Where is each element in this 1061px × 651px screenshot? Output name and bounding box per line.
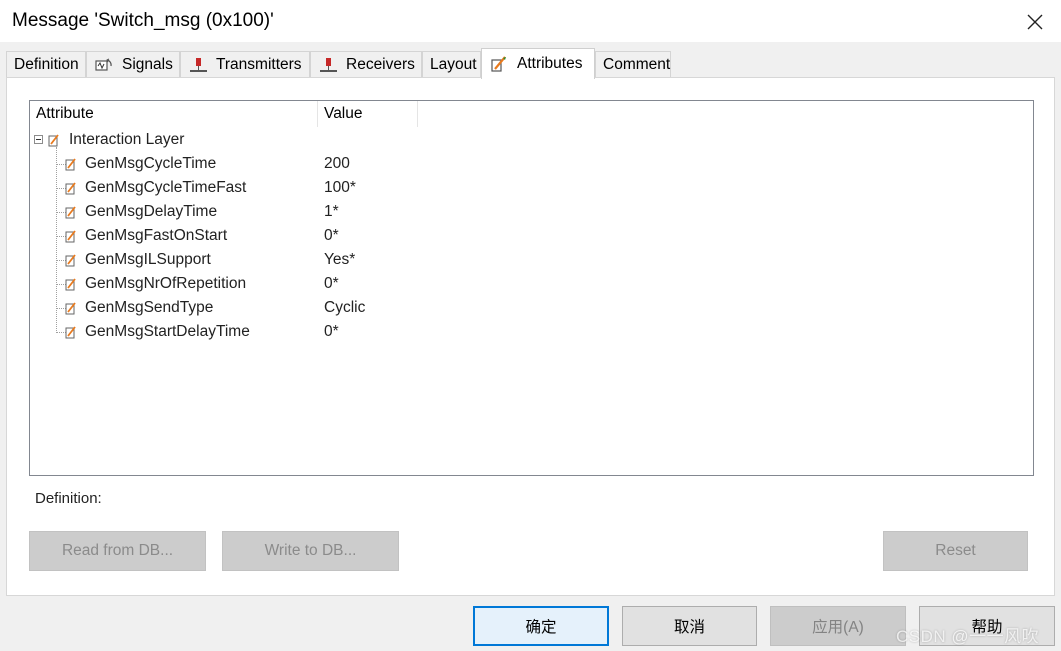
attribute-row[interactable]: GenMsgCycleTimeFast 100*	[30, 176, 930, 200]
receiver-icon	[318, 57, 338, 73]
tab-label: Attributes	[517, 55, 583, 72]
attribute-icon	[65, 253, 77, 271]
group-label: Interaction Layer	[69, 131, 185, 148]
attribute-icon	[65, 205, 77, 223]
attribute-row[interactable]: GenMsgILSupport Yes*	[30, 248, 930, 272]
tab-transmitters[interactable]: Transmitters	[180, 51, 310, 77]
attribute-icon	[65, 301, 77, 319]
tab-signals[interactable]: Signals	[86, 51, 180, 77]
attribute-row[interactable]: GenMsgSendType Cyclic	[30, 296, 930, 320]
attribute-name: GenMsgSendType	[85, 299, 214, 316]
transmitter-icon	[188, 57, 208, 73]
read-from-db-button[interactable]: Read from DB...	[29, 531, 206, 571]
attribute-row[interactable]: GenMsgNrOfRepetition 0*	[30, 272, 930, 296]
tab-label: Signals	[122, 55, 173, 73]
close-icon	[1027, 14, 1043, 30]
attribute-name: GenMsgCycleTimeFast	[85, 179, 247, 196]
attribute-value: 200	[324, 155, 350, 172]
tab-attributes[interactable]: Attributes	[481, 48, 595, 79]
collapse-toggle[interactable]	[34, 135, 43, 144]
tab-label: Receivers	[346, 55, 415, 73]
attribute-value: 0*	[324, 323, 339, 340]
tab-definition[interactable]: Definition	[6, 51, 86, 77]
attribute-icon	[65, 157, 77, 175]
attribute-name: GenMsgFastOnStart	[85, 227, 228, 244]
reset-button[interactable]: Reset	[883, 531, 1028, 571]
attribute-row[interactable]: GenMsgCycleTime 200	[30, 152, 930, 176]
tab-label: Definition	[14, 55, 79, 73]
watermark: CSDN @一一风吹	[896, 627, 1040, 646]
tab-label: Comment	[603, 55, 671, 73]
tab-comment[interactable]: Comment	[595, 51, 671, 77]
column-header-attribute[interactable]: Attribute	[30, 101, 318, 127]
close-button[interactable]	[1014, 6, 1056, 38]
attribute-row[interactable]: GenMsgDelayTime 1*	[30, 200, 930, 224]
attribute-value: Cyclic	[324, 299, 366, 316]
attribute-list[interactable]: Attribute Value Interaction Layer GenMsg…	[29, 100, 1034, 476]
column-header-value[interactable]: Value	[318, 101, 418, 127]
attribute-icon	[65, 181, 77, 199]
title-bar: Message 'Switch_msg (0x100)'	[0, 0, 1061, 42]
attribute-row[interactable]: GenMsgFastOnStart 0*	[30, 224, 930, 248]
tree-group-row[interactable]: Interaction Layer	[30, 128, 930, 152]
attribute-icon	[65, 229, 77, 247]
tab-layout[interactable]: Layout	[422, 51, 481, 77]
tab-label: Transmitters	[216, 55, 302, 73]
attribute-name: GenMsgNrOfRepetition	[85, 275, 247, 292]
attribute-name: GenMsgDelayTime	[85, 203, 218, 220]
definition-label: Definition:	[35, 490, 102, 507]
write-to-db-button[interactable]: Write to DB...	[222, 531, 399, 571]
attribute-name: GenMsgStartDelayTime	[85, 323, 250, 340]
tab-receivers[interactable]: Receivers	[310, 51, 422, 77]
attribute-icon	[65, 277, 77, 295]
cancel-button[interactable]: 取消	[622, 606, 757, 646]
attribute-value: 0*	[324, 227, 339, 244]
window-title: Message 'Switch_msg (0x100)'	[12, 10, 274, 31]
attribute-name: GenMsgCycleTime	[85, 155, 217, 172]
ok-button[interactable]: 确定	[473, 606, 609, 646]
apply-button[interactable]: 应用(A)	[770, 606, 906, 646]
attribute-name: GenMsgILSupport	[85, 251, 211, 268]
attribute-value: Yes*	[324, 251, 356, 268]
attribute-row[interactable]: GenMsgStartDelayTime 0*	[30, 320, 930, 344]
attributes-panel: Attribute Value Interaction Layer GenMsg…	[6, 77, 1055, 596]
tab-label: Layout	[430, 55, 477, 73]
attribute-value: 0*	[324, 275, 339, 292]
attribute-icon	[65, 325, 77, 343]
attribute-icon	[48, 133, 60, 151]
attribute-value: 100*	[324, 179, 356, 196]
attribute-value: 1*	[324, 203, 339, 220]
attributes-icon	[489, 55, 509, 73]
signals-icon	[94, 57, 114, 73]
